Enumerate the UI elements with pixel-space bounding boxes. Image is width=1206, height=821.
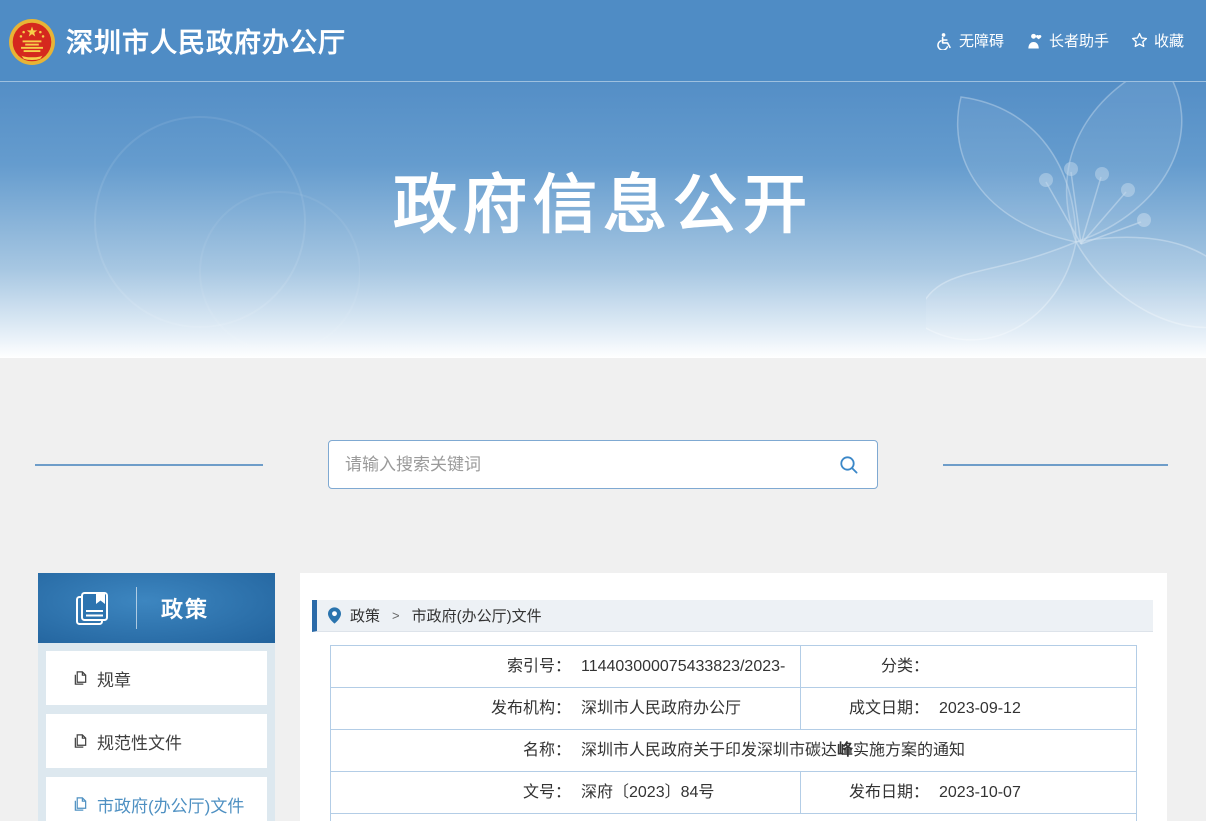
divider-line-left [35,464,263,466]
sidebar-item-normative-documents[interactable]: 规范性文件 [46,714,267,768]
columns: 政策 规章 [0,573,1206,821]
publish-date-cell: 发布日期： 2023-10-07 [801,772,1136,813]
doc-number-cell: 文号： 深府〔2023〕84号 [331,772,801,813]
accessibility-icon [936,32,953,50]
sidebar-item-label: 规章 [97,666,131,691]
name-highlight: 峰 [837,742,853,759]
site-title: 深圳市人民政府办公厅 [66,21,346,60]
sidebar-item-label: 市政府(办公厅)文件 [97,792,244,817]
search-box [328,440,878,489]
agency-cell: 发布机构： 深圳市人民政府办公厅 [331,688,801,729]
elder-helper-link[interactable]: 长者助手 [1026,30,1109,51]
document-meta-table: 索引号：114403000075433823/2023-00097 分类： 发布… [330,645,1137,821]
publish-date-label: 发布日期： [801,772,929,813]
divider-line-right [943,464,1168,466]
elder-helper-label: 长者助手 [1049,30,1109,51]
written-date-value: 2023-09-12 [939,700,1021,717]
search-section [0,358,1206,489]
index-label: 索引号： [331,646,571,687]
table-row-agency-date: 发布机构： 深圳市人民政府办公厅 成文日期： 2023-09-12 [331,688,1136,730]
document-icon [73,796,88,812]
favorite-label: 收藏 [1154,30,1184,51]
category-label: 分类： [801,646,929,687]
content-area: 政策 规章 [0,358,1206,821]
sidebar: 政策 规章 [38,573,275,821]
table-row-index-category: 索引号：114403000075433823/2023-00097 分类： [331,646,1136,688]
doc-number-value: 深府〔2023〕84号 [581,784,714,801]
top-links: 无障碍 长者助手 收藏 [936,30,1184,51]
main-panel: 政策 > 市政府(办公厅)文件 索引号：114403000075433823/2… [300,573,1167,821]
sidebar-title: 政策 [161,592,209,624]
sidebar-menu: 规章 规范性文件 [38,643,275,821]
page: 深圳市人民政府办公厅 无障碍 长者助手 [0,0,1206,821]
banner: 政府信息公开 [0,82,1206,358]
breadcrumb: 政策 > 市政府(办公厅)文件 [312,600,1153,632]
table-row-name: 名称： 深圳市人民政府关于印发深圳市碳达峰实施方案的通知 [331,730,1136,772]
document-icon [73,670,88,686]
star-icon [1131,32,1148,49]
agency-label: 发布机构： [331,688,571,729]
search-icon [839,455,859,475]
policy-book-icon [72,588,112,628]
accessibility-link[interactable]: 无障碍 [936,30,1004,51]
breadcrumb-policy-link[interactable]: 政策 [350,605,380,626]
national-emblem-icon [8,18,56,66]
document-icon [73,733,88,749]
index-cell: 索引号：114403000075433823/2023-00097 [331,646,801,687]
brand[interactable]: 深圳市人民政府办公厅 [8,16,346,66]
page-title: 政府信息公开 [0,82,1206,246]
sidebar-item-regulations[interactable]: 规章 [46,651,267,705]
location-pin-icon [328,607,341,624]
publish-date-value: 2023-10-07 [939,784,1021,801]
name-value: 深圳市人民政府关于印发深圳市碳达峰实施方案的通知 [581,742,965,759]
breadcrumb-separator: > [392,608,400,623]
accessibility-label: 无障碍 [959,30,1004,51]
sidebar-item-label: 规范性文件 [97,729,182,754]
search-button[interactable] [837,453,861,477]
sidebar-item-municipal-government-documents[interactable]: 市政府(办公厅)文件 [46,777,267,821]
name-cell: 名称： 深圳市人民政府关于印发深圳市碳达峰实施方案的通知 [331,730,1136,771]
doc-number-label: 文号： [331,772,571,813]
name-label: 名称： [331,730,571,771]
table-row-partial [331,814,1136,821]
top-header: 深圳市人民政府办公厅 无障碍 长者助手 [0,0,1206,82]
elder-helper-icon [1026,32,1043,50]
table-row-number-publish: 文号： 深府〔2023〕84号 发布日期： 2023-10-07 [331,772,1136,814]
agency-value: 深圳市人民政府办公厅 [581,700,741,717]
sidebar-header: 政策 [38,573,275,643]
category-cell: 分类： [801,646,1136,687]
breadcrumb-current-link[interactable]: 市政府(办公厅)文件 [412,605,542,626]
favorite-link[interactable]: 收藏 [1131,30,1184,51]
written-date-cell: 成文日期： 2023-09-12 [801,688,1136,729]
search-input[interactable] [345,455,837,475]
sidebar-header-divider [136,587,137,629]
written-date-label: 成文日期： [801,688,929,729]
